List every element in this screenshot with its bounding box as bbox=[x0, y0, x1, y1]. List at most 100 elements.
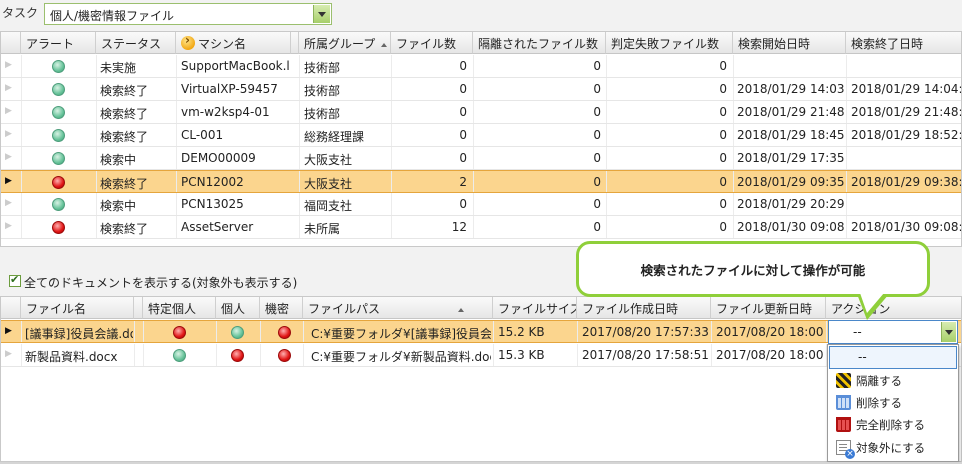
grid-line bbox=[216, 321, 217, 342]
file-row[interactable]: ▶ 新製品資料.docx C:¥重要フォルダ¥新製品資料.docx 15.3 KB 20… bbox=[1, 344, 961, 367]
machine-row[interactable]: ▶ 検索中 PCN13025 福岡支社 0 0 0 2018/01/29 20:29 bbox=[1, 193, 961, 216]
grid-line bbox=[21, 344, 22, 366]
cell-status: 検索終了 bbox=[100, 84, 149, 98]
machine-row[interactable]: ▶ 検索終了 CL-001 総務経理課 0 0 0 2018/01/29 18:45 2018/… bbox=[1, 124, 961, 147]
show-all-label: 全てのドキュメントを表示する(対象外も表示する) bbox=[24, 276, 298, 290]
grid-line bbox=[733, 124, 734, 146]
cell-machine: SupportMacBook.local bbox=[181, 59, 289, 73]
cell-group: 大阪支社 bbox=[304, 177, 353, 191]
action-option-delete[interactable]: 削除する bbox=[828, 391, 958, 413]
cell-status: 検索終了 bbox=[100, 130, 149, 144]
chevron-down-icon[interactable] bbox=[313, 5, 330, 23]
cell-failed: 0 bbox=[719, 220, 727, 234]
cell-files: 0 bbox=[459, 82, 467, 96]
alert-green-icon bbox=[52, 60, 65, 73]
cell-start: 2018/01/29 20:29 bbox=[737, 197, 845, 211]
file-grid: ファイル名 特定個人 個人 機密 ファイルパス ファイルサイズ ファイル作成日時… bbox=[0, 296, 962, 462]
cell-updated: 2017/08/20 18:00 bbox=[716, 348, 824, 362]
cell-group: 福岡支社 bbox=[304, 199, 353, 213]
col-quarantined[interactable]: 隔離されたファイル数 bbox=[473, 32, 606, 54]
personal-green-icon bbox=[231, 326, 244, 339]
col-personal[interactable]: 個人 bbox=[216, 297, 260, 319]
cell-failed: 0 bbox=[719, 82, 727, 96]
alert-green-icon bbox=[52, 198, 65, 211]
grid-line bbox=[21, 78, 22, 100]
machine-row[interactable]: ▶ 未実施 SupportMacBook.local 技術部 0 0 0 bbox=[1, 55, 961, 78]
grid-line bbox=[299, 147, 300, 169]
cell-files: 0 bbox=[459, 151, 467, 165]
col-specific[interactable]: 特定個人 bbox=[143, 297, 216, 319]
machine-row[interactable]: ▶ 検索終了 PCN12002 大阪支社 2 0 0 2018/01/29 09:35 2018… bbox=[1, 170, 962, 193]
row-indicator-icon: ▶ bbox=[5, 326, 12, 336]
action-option-exclude[interactable]: 対象外にする bbox=[828, 436, 958, 459]
machine-row[interactable]: ▶ 検索終了 AssetServer 未所属 12 0 0 2018/01/30 09:08 2… bbox=[1, 216, 961, 239]
group-by-icon[interactable] bbox=[181, 33, 195, 50]
action-option-quarantine[interactable]: 隔離する bbox=[828, 369, 958, 391]
cell-end: 2018/01/29 09:38: bbox=[851, 175, 962, 189]
col-end[interactable]: 検索終了日時 bbox=[846, 32, 961, 54]
row-header-corner bbox=[1, 297, 21, 319]
col-created[interactable]: ファイル作成日時 bbox=[577, 297, 711, 319]
cell-machine: DEMO00009 bbox=[181, 151, 256, 165]
action-option-delete-permanently[interactable]: 完全削除する bbox=[828, 413, 958, 435]
action-option-none[interactable]: -- bbox=[829, 346, 957, 369]
show-all-checkbox[interactable] bbox=[9, 273, 21, 287]
machine-row[interactable]: ▶ 検索終了 vm-w2ksp4-01 技術部 0 0 0 2018/01/29 21:48 2… bbox=[1, 101, 962, 124]
chevron-down-icon[interactable] bbox=[941, 322, 956, 342]
col-machine[interactable]: マシン名 bbox=[176, 32, 291, 54]
grid-line bbox=[711, 344, 712, 366]
machine-row[interactable]: ▶ 検索中 DEMO00009 大阪支社 0 0 0 2018/01/29 17:35 bbox=[1, 147, 961, 170]
task-select-value: 個人/機密情報ファイル bbox=[50, 9, 175, 23]
col-start[interactable]: 検索開始日時 bbox=[733, 32, 846, 54]
grid-line bbox=[577, 321, 578, 342]
cell-files: 0 bbox=[459, 197, 467, 211]
cell-start: 2018/01/29 18:45 bbox=[737, 128, 845, 142]
row-indicator-icon: ▶ bbox=[5, 176, 12, 186]
col-path[interactable]: ファイルパス bbox=[303, 297, 493, 319]
cell-start: 2018/01/29 14:03 bbox=[737, 82, 845, 96]
col-filename[interactable]: ファイル名 bbox=[21, 297, 134, 319]
row-header-corner bbox=[1, 32, 21, 54]
cell-created: 2017/08/20 17:57:33 bbox=[582, 325, 709, 339]
col-action[interactable]: アクション bbox=[826, 297, 961, 319]
grid-line bbox=[846, 171, 847, 192]
action-select[interactable]: -- bbox=[828, 320, 958, 344]
grid-line bbox=[711, 321, 712, 342]
grid-line bbox=[21, 321, 22, 342]
machine-grid: アラート ステータス マシン名 所属グループ ファイル数 隔離されたファイル数 … bbox=[0, 31, 962, 247]
cell-quarantined: 0 bbox=[593, 82, 601, 96]
alert-red-icon bbox=[52, 176, 65, 189]
cell-status: 検索終了 bbox=[100, 222, 149, 236]
col-status[interactable]: ステータス bbox=[96, 32, 176, 54]
grid-line bbox=[176, 147, 177, 169]
col-files[interactable]: ファイル数 bbox=[391, 32, 473, 54]
grid-line bbox=[846, 78, 847, 100]
col-confidential[interactable]: 機密 bbox=[260, 297, 303, 319]
grid-line bbox=[176, 193, 177, 215]
grid-line bbox=[176, 55, 177, 77]
cell-path: C:¥重要フォルダ¥新製品資料.docx bbox=[311, 350, 491, 364]
grid-line bbox=[176, 171, 177, 192]
task-select[interactable]: 個人/機密情報ファイル bbox=[44, 3, 332, 25]
cell-start: 2018/01/30 09:08 bbox=[737, 220, 845, 234]
machine-row[interactable]: ▶ 検索終了 VirtualXP-59457 技術部 0 0 0 2018/01/29 14:… bbox=[1, 78, 961, 101]
col-group[interactable]: 所属グループ bbox=[299, 32, 391, 54]
cell-start: 2018/01/29 21:48 bbox=[737, 105, 845, 119]
cell-failed: 0 bbox=[719, 175, 727, 189]
cell-quarantined: 0 bbox=[593, 128, 601, 142]
cell-status: 検索終了 bbox=[100, 177, 149, 191]
col-updated[interactable]: ファイル更新日時 bbox=[711, 297, 826, 319]
cell-name: 新製品資料.docx bbox=[25, 350, 118, 364]
cell-quarantined: 0 bbox=[593, 105, 601, 119]
grid-line bbox=[733, 55, 734, 77]
grid-line bbox=[299, 193, 300, 215]
row-indicator-icon: ▶ bbox=[5, 129, 12, 139]
col-failed[interactable]: 判定失敗ファイル数 bbox=[606, 32, 733, 54]
col-size[interactable]: ファイルサイズ bbox=[493, 297, 577, 319]
file-row[interactable]: ▶ [議事録]役員会議.docx C:¥重要フォルダ¥[議事録]役員会議.docx 1… bbox=[1, 320, 961, 343]
grid-line bbox=[96, 147, 97, 169]
col-alert[interactable]: アラート bbox=[21, 32, 96, 54]
cell-end: 2018/01/29 21:48: bbox=[851, 105, 962, 119]
grid-line bbox=[733, 78, 734, 100]
cell-status: 検索中 bbox=[100, 153, 137, 167]
